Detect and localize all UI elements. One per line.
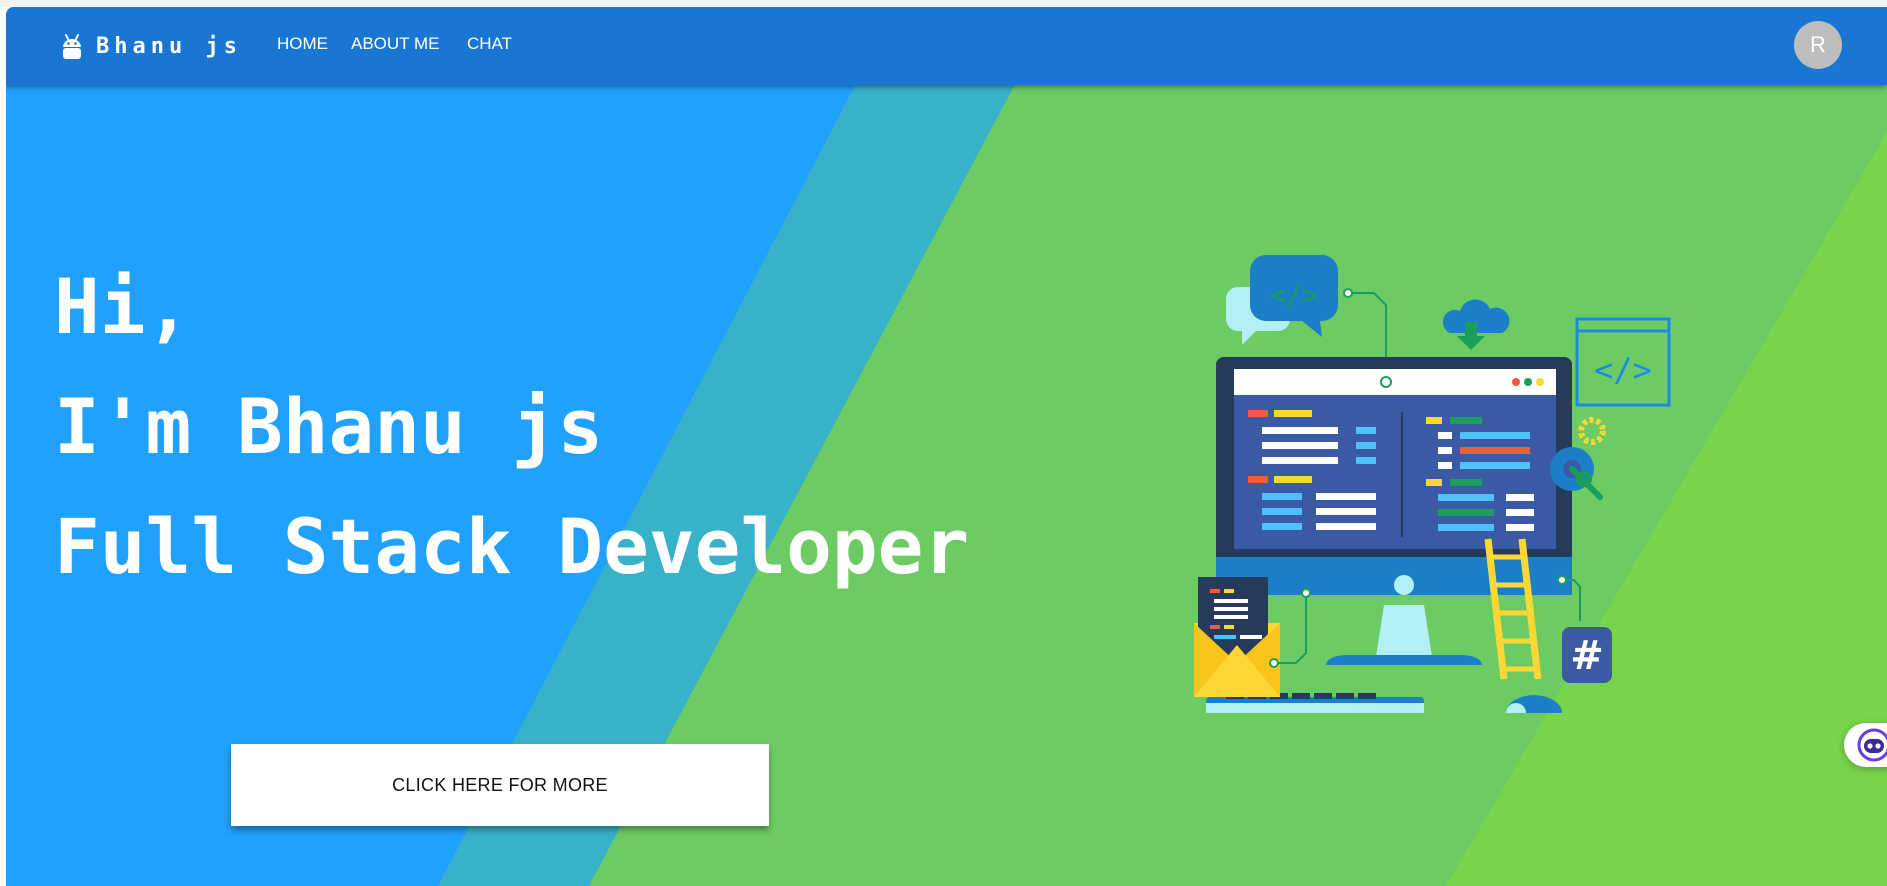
- browser-edge: [0, 0, 1887, 7]
- hero-greeting: Hi,: [54, 262, 192, 351]
- brand-name: Bhanu js: [96, 33, 242, 59]
- hero-role: Full Stack Developer: [54, 502, 970, 591]
- android-icon: [63, 34, 81, 59]
- chatbot-button[interactable]: [1844, 723, 1887, 767]
- navbar: Bhanu js HOME ABOUT ME CHAT R: [6, 7, 1887, 85]
- nav-home-link[interactable]: HOME: [277, 34, 328, 54]
- browser-window-glyph: </>: [1594, 351, 1652, 389]
- nav-about-link[interactable]: ABOUT ME: [351, 34, 439, 54]
- click-here-button[interactable]: CLICK HERE FOR MORE: [231, 744, 769, 826]
- brand[interactable]: Bhanu js: [60, 31, 242, 61]
- nav-chat-link[interactable]: CHAT: [467, 34, 512, 54]
- hero-name: I'm Bhanu js: [54, 382, 604, 471]
- code-bubble-glyph: </>: [1271, 281, 1318, 311]
- avatar[interactable]: R: [1794, 21, 1842, 69]
- chatbot-icon: [1857, 728, 1887, 762]
- developer-workstation-illustration: </> </> #: [1194, 255, 1671, 713]
- app: Bhanu js HOME ABOUT ME CHAT R Hi, I'm Bh…: [6, 7, 1887, 886]
- hash-glyph: #: [1570, 633, 1604, 679]
